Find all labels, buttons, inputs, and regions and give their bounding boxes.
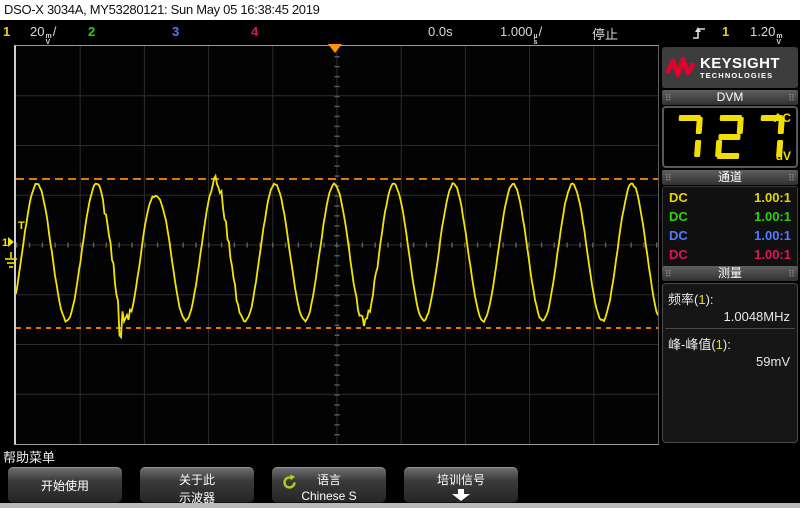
softkey-language[interactable]: 语言 Chinese S xyxy=(272,467,386,503)
measurement-frequency-label: 频率(1): xyxy=(668,289,714,308)
channel1-reference-marker[interactable]: 1 xyxy=(2,237,14,249)
title-bar: DSO-X 3034A, MY53280121: Sun May 05 16:3… xyxy=(0,0,800,20)
run-state: 停止 xyxy=(592,24,618,43)
grip-icon: ⠿ xyxy=(665,267,672,282)
trigger-level-readout[interactable]: 1.20mV xyxy=(750,24,784,46)
channel3-status[interactable]: 3 xyxy=(172,24,179,39)
waveform-svg xyxy=(16,46,658,444)
help-menu-label: 帮助菜单 xyxy=(3,447,55,466)
oscilloscope-screen: DSO-X 3034A, MY53280121: Sun May 05 16:3… xyxy=(0,0,800,508)
dvm-unit: uV xyxy=(776,149,791,163)
measurement-frequency-value: 1.0048MHz xyxy=(724,309,790,324)
channel1-scale[interactable]: 20mV/ xyxy=(30,24,56,46)
channel2-row[interactable]: DC1.00:1 xyxy=(669,207,791,226)
channels-header[interactable]: ⠿ 通道 ⠿ xyxy=(662,170,798,185)
measurements-header[interactable]: ⠿ 测量 ⠿ xyxy=(662,266,798,281)
softkey-training-signals[interactable]: 培训信号 xyxy=(404,467,518,503)
channel4-row[interactable]: DC1.00:1 xyxy=(669,245,791,264)
ground-icon xyxy=(3,252,19,274)
grip-icon: ⠿ xyxy=(788,171,795,186)
keysight-logo: KEYSIGHT TECHNOLOGIES xyxy=(662,47,798,88)
trigger-level-marker[interactable]: T xyxy=(18,220,25,232)
dvm-display: AC uV xyxy=(662,106,798,168)
model-serial-datetime: DSO-X 3034A, MY53280121: Sun May 05 16:3… xyxy=(4,2,320,17)
trigger-source[interactable]: 1 xyxy=(722,24,729,39)
grip-icon: ⠿ xyxy=(788,267,795,282)
refresh-arrow-icon xyxy=(281,474,298,494)
grip-icon: ⠿ xyxy=(788,91,795,106)
measurements-box: 频率(1): 1.0048MHz 峰-峰值(1): 59mV xyxy=(662,283,798,443)
dvm-mode: AC xyxy=(774,111,791,125)
measurement-peak-to-peak-value: 59mV xyxy=(756,354,790,369)
channel2-status[interactable]: 2 xyxy=(88,24,95,39)
channel3-row[interactable]: DC1.00:1 xyxy=(669,226,791,245)
logo-line1: KEYSIGHT xyxy=(700,56,780,71)
logo-line2: TECHNOLOGIES xyxy=(700,71,780,80)
logo-waveform-icon xyxy=(666,56,696,80)
channel1-status[interactable]: 1 xyxy=(3,24,10,39)
channel1-row[interactable]: DC1.00:1 xyxy=(669,188,791,207)
timebase-readout[interactable]: 1.000µs/ xyxy=(500,24,542,46)
delay-readout[interactable]: 0.0s xyxy=(428,24,453,39)
softkey-about-oscilloscope[interactable]: 关于此 示波器 xyxy=(140,467,254,503)
side-panel: KEYSIGHT TECHNOLOGIES ⠿ DVM ⠿ AC uV ⠿ 通道… xyxy=(660,45,800,508)
channel4-status[interactable]: 4 xyxy=(251,24,258,39)
measurement-peak-to-peak-label: 峰-峰值(1): xyxy=(668,334,731,353)
waveform-graticule[interactable] xyxy=(14,45,659,445)
softkey-get-started[interactable]: 开始使用 xyxy=(8,467,122,503)
status-bar: 1 20mV/ 2 3 4 0.0s 1.000µs/ 停止 1 1.20mV xyxy=(0,20,800,45)
trigger-time-marker-icon[interactable] xyxy=(328,44,342,53)
grip-icon: ⠿ xyxy=(665,91,672,106)
grip-icon: ⠿ xyxy=(665,171,672,186)
channels-box: DC1.00:1 DC1.00:1 DC1.00:1 DC1.00:1 xyxy=(662,186,798,268)
right-triangle-icon xyxy=(8,237,14,247)
trigger-edge-icon xyxy=(692,25,706,43)
dvm-header[interactable]: ⠿ DVM ⠿ xyxy=(662,90,798,105)
divider xyxy=(665,328,795,329)
dvm-seven-segment-value xyxy=(671,112,789,164)
